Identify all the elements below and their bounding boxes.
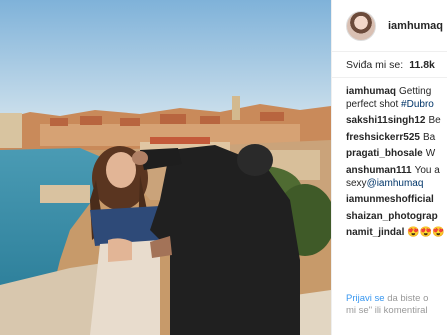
comment-item: pragati_bhosale W <box>346 148 447 161</box>
comment-text-line2: sexy <box>346 177 367 189</box>
comments-list: iamhumaq Getting perfect shot #Dubro saks… <box>332 78 447 240</box>
comment-username[interactable]: anshuman111 <box>346 165 412 176</box>
likes-label: Sviđa mi se: <box>346 58 404 71</box>
post-side-panel: iamhumaq Sviđa mi se: 11.8k iamhumaq Gett… <box>331 0 447 335</box>
comment-username[interactable]: sakshi11singh12 <box>346 115 426 126</box>
login-link[interactable]: Prijavi se <box>346 293 385 304</box>
comment-item: iamunmeshofficial <box>346 194 447 207</box>
avatar[interactable] <box>346 10 376 41</box>
login-prompt: Prijavi se da biste o mi se" ili komenti… <box>346 293 428 317</box>
comment-item: freshsickerr525 Ba <box>346 132 447 145</box>
login-prompt-text: da biste o <box>387 293 429 304</box>
comment-text: W <box>425 148 436 160</box>
login-prompt-text-2: mi se" ili komentiral <box>346 305 428 316</box>
post-header: iamhumaq <box>332 0 447 52</box>
comment-mention[interactable]: @iamhumaq <box>367 178 424 189</box>
comment-text: You a <box>414 164 440 176</box>
post-username[interactable]: iamhumaq <box>388 20 443 32</box>
comment-text: Be <box>428 115 441 127</box>
comment-item: namit_jindal 😍😍😍 <box>346 227 447 240</box>
comment-username[interactable]: freshsickerr525 <box>346 132 420 143</box>
comment-text: 😍😍😍 <box>407 227 445 239</box>
comment-username[interactable]: iamhumaq <box>346 86 396 97</box>
comment-item: anshuman111 You a sexy@iamhumaq <box>346 165 447 190</box>
comment-username[interactable]: pragati_bhosale <box>346 148 423 159</box>
dubrovnik-couple-photo <box>0 0 331 335</box>
likes-row: Sviđa mi se: 11.8k <box>332 52 447 78</box>
likes-count[interactable]: 11.8k <box>409 59 435 71</box>
comment-username[interactable]: namit_jindal <box>346 227 404 238</box>
comment-username[interactable]: shaizan_photograp <box>346 211 438 222</box>
comment-item: shaizan_photograp <box>346 211 447 224</box>
comment-username[interactable]: iamunmeshofficial <box>346 194 434 205</box>
comment-text: Getting <box>399 86 432 97</box>
comment-hashtag[interactable]: #Dubro <box>401 99 434 110</box>
comment-text-line2: perfect shot <box>346 98 399 110</box>
comment-item: sakshi11singh12 Be <box>346 115 447 128</box>
comment-text: Ba <box>422 131 436 143</box>
post-photo[interactable] <box>0 0 331 335</box>
comment-item: iamhumaq Getting perfect shot #Dubro <box>346 86 447 111</box>
